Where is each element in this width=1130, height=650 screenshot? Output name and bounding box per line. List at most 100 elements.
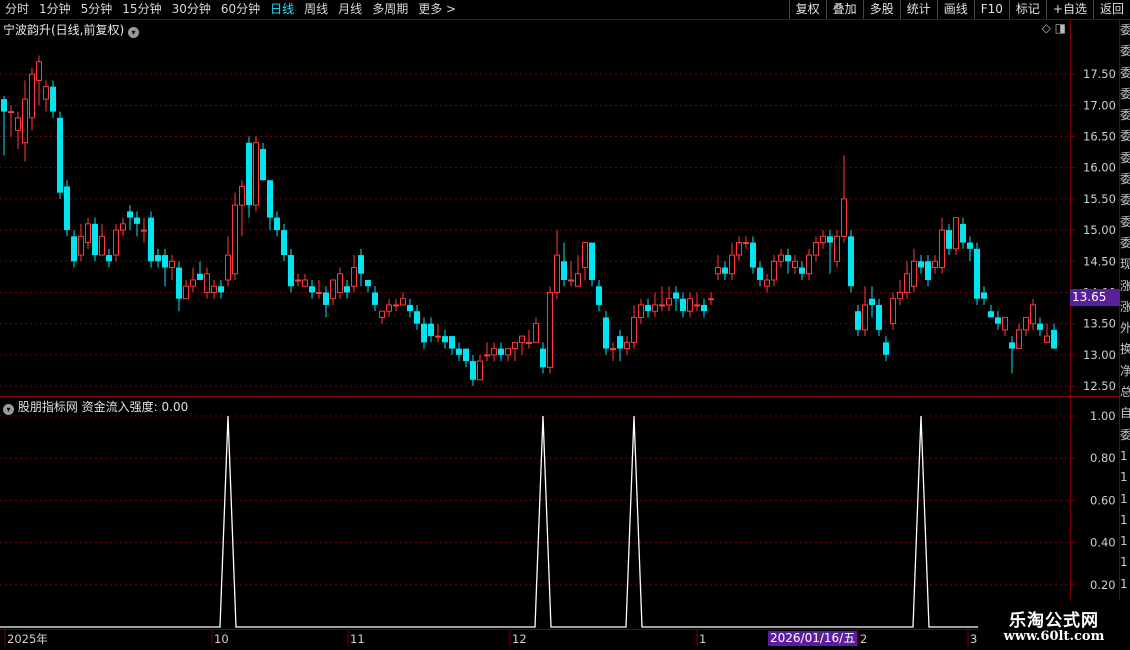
toolbar-button-6[interactable]: 标记 [1008, 0, 1046, 19]
candle-body-down [92, 223, 98, 256]
candle-body-up [484, 354, 490, 357]
candle-body-down [407, 304, 413, 312]
candle-body-down [988, 311, 994, 318]
candle-body-down [246, 142, 252, 206]
candle-body-up [295, 279, 301, 282]
candle-body-down [50, 86, 56, 112]
toolbar-button-2[interactable]: 多股 [862, 0, 900, 19]
tab-period-0[interactable]: 分时 [0, 0, 34, 19]
toolbar-button-4[interactable]: 画线 [936, 0, 974, 19]
toolbar-button-7[interactable]: +自选 [1045, 0, 1093, 19]
tab-period-8[interactable]: 月线 [333, 0, 367, 19]
price-tick-label: 12.50 [1083, 379, 1116, 393]
candle-body-up [1002, 316, 1008, 331]
toolbar-button-5[interactable]: F10 [973, 0, 1009, 19]
candle-body-up [477, 360, 483, 381]
candle-body-down [358, 255, 364, 274]
price-tick-label: 15.00 [1083, 223, 1116, 237]
tab-period-6[interactable]: 日线 [265, 0, 299, 19]
quote-label-3: 委 [1120, 86, 1130, 101]
quote-label-6: 委 [1120, 150, 1130, 165]
candle-body-down [414, 311, 420, 324]
candle-body-up [85, 223, 91, 244]
candle-body-up [862, 304, 868, 331]
quote-label-22: 1 [1120, 491, 1128, 506]
candle-body-down [274, 217, 280, 231]
chevron-down-icon[interactable]: ▾ [128, 27, 140, 38]
quote-label-4: 委 [1120, 108, 1130, 123]
candle-body-down [323, 292, 329, 305]
candle-body-up [253, 142, 259, 206]
price-tick-label: 14.50 [1083, 254, 1116, 268]
candle-body-up [687, 298, 693, 312]
time-tick-label: 2025年 [7, 632, 48, 646]
tab-period-1[interactable]: 1分钟 [34, 0, 76, 19]
candle-body-up [393, 304, 399, 307]
candle-body-up [554, 254, 560, 293]
candle-body-up [519, 335, 525, 343]
quote-label-13: 涨 [1120, 299, 1130, 314]
indicator-tick-label: 0.60 [1090, 493, 1116, 507]
toolbar-button-8[interactable]: 返回 [1092, 0, 1130, 19]
tab-period-2[interactable]: 5分钟 [76, 0, 118, 19]
candle-body-up [232, 204, 238, 275]
toolbar: 分时 1分钟 5分钟 15分钟 30分钟 60分钟 日线 周线 月线 多周期 更多 > 复权 叠加 多股… [0, 0, 1130, 20]
toolbar-button-1[interactable]: 叠加 [825, 0, 863, 19]
chart-canvas[interactable]: 17.5017.0016.5016.0015.5015.0014.5014.00… [0, 0, 1130, 650]
candle-body-down [1009, 342, 1015, 349]
candle-body-down [106, 255, 112, 262]
price-tick-label: 17.00 [1083, 98, 1116, 112]
watermark-name: 乐淘公式网 [1009, 611, 1099, 631]
candle-body-down [981, 292, 987, 299]
candle-body-up [547, 291, 553, 368]
time-tick-label: 11 [350, 632, 365, 646]
tab-period-10[interactable]: 更多 > [413, 0, 461, 19]
candle-body-up [169, 260, 175, 269]
tab-period-5[interactable]: 60分钟 [216, 0, 265, 19]
quote-label-9: 委 [1120, 214, 1130, 229]
candle-body-up [820, 235, 826, 244]
quote-label-11: 现 [1120, 257, 1130, 272]
quote-label-0: 委 [1120, 23, 1130, 37]
candle-body-up [36, 61, 42, 81]
candle-body-down [260, 149, 266, 181]
candle-body-up [351, 267, 357, 287]
candle-body-up [400, 298, 406, 306]
quote-label-8: 委 [1120, 193, 1130, 208]
candle-body-down [827, 236, 833, 243]
candle-body-down [967, 242, 973, 249]
candle-body-up [78, 235, 84, 256]
candle-body-up [22, 98, 28, 144]
candle-body-up [659, 304, 665, 307]
chevron-down-icon[interactable]: ▾ [3, 404, 14, 415]
candle-body-up [239, 185, 245, 206]
toolbar-button-3[interactable]: 统计 [899, 0, 937, 19]
candle-body-up [736, 242, 742, 256]
candle-body-up [512, 341, 518, 350]
stock-title[interactable]: 宁波韵升(日线,前复权) ▾ [3, 21, 140, 38]
tab-period-9[interactable]: 多周期 [367, 0, 413, 19]
candle-body-up [29, 73, 35, 119]
diamond-icon[interactable]: ◇ [1042, 21, 1051, 35]
indicator-title[interactable]: ▾ 股朋指标网 资金流入强度: 0.00 [3, 398, 188, 415]
toolbar-button-0[interactable]: 复权 [788, 0, 826, 19]
candle-body-down [309, 286, 315, 293]
window-toggle-icon[interactable]: ◨ [1055, 21, 1066, 35]
price-tick-label: 13.50 [1083, 317, 1116, 331]
tab-period-3[interactable]: 15分钟 [117, 0, 166, 19]
candle-body-down [365, 279, 371, 287]
candle-body-down [1037, 323, 1043, 330]
candle-body-down [288, 255, 294, 287]
tab-period-4[interactable]: 30分钟 [167, 0, 216, 19]
candle-body-up [204, 273, 210, 293]
quote-label-10: 委 [1120, 235, 1130, 250]
quote-label-2: 委 [1120, 65, 1130, 80]
candle-body-down [372, 292, 378, 305]
candle-body-down [1, 99, 7, 112]
indicator-tick-label: 0.80 [1090, 451, 1116, 465]
tab-period-7[interactable]: 周线 [299, 0, 333, 19]
candle-body-down [498, 348, 504, 355]
candle-body-up [939, 229, 945, 269]
candle-body-up [435, 335, 441, 338]
candle-body-up [610, 348, 616, 351]
